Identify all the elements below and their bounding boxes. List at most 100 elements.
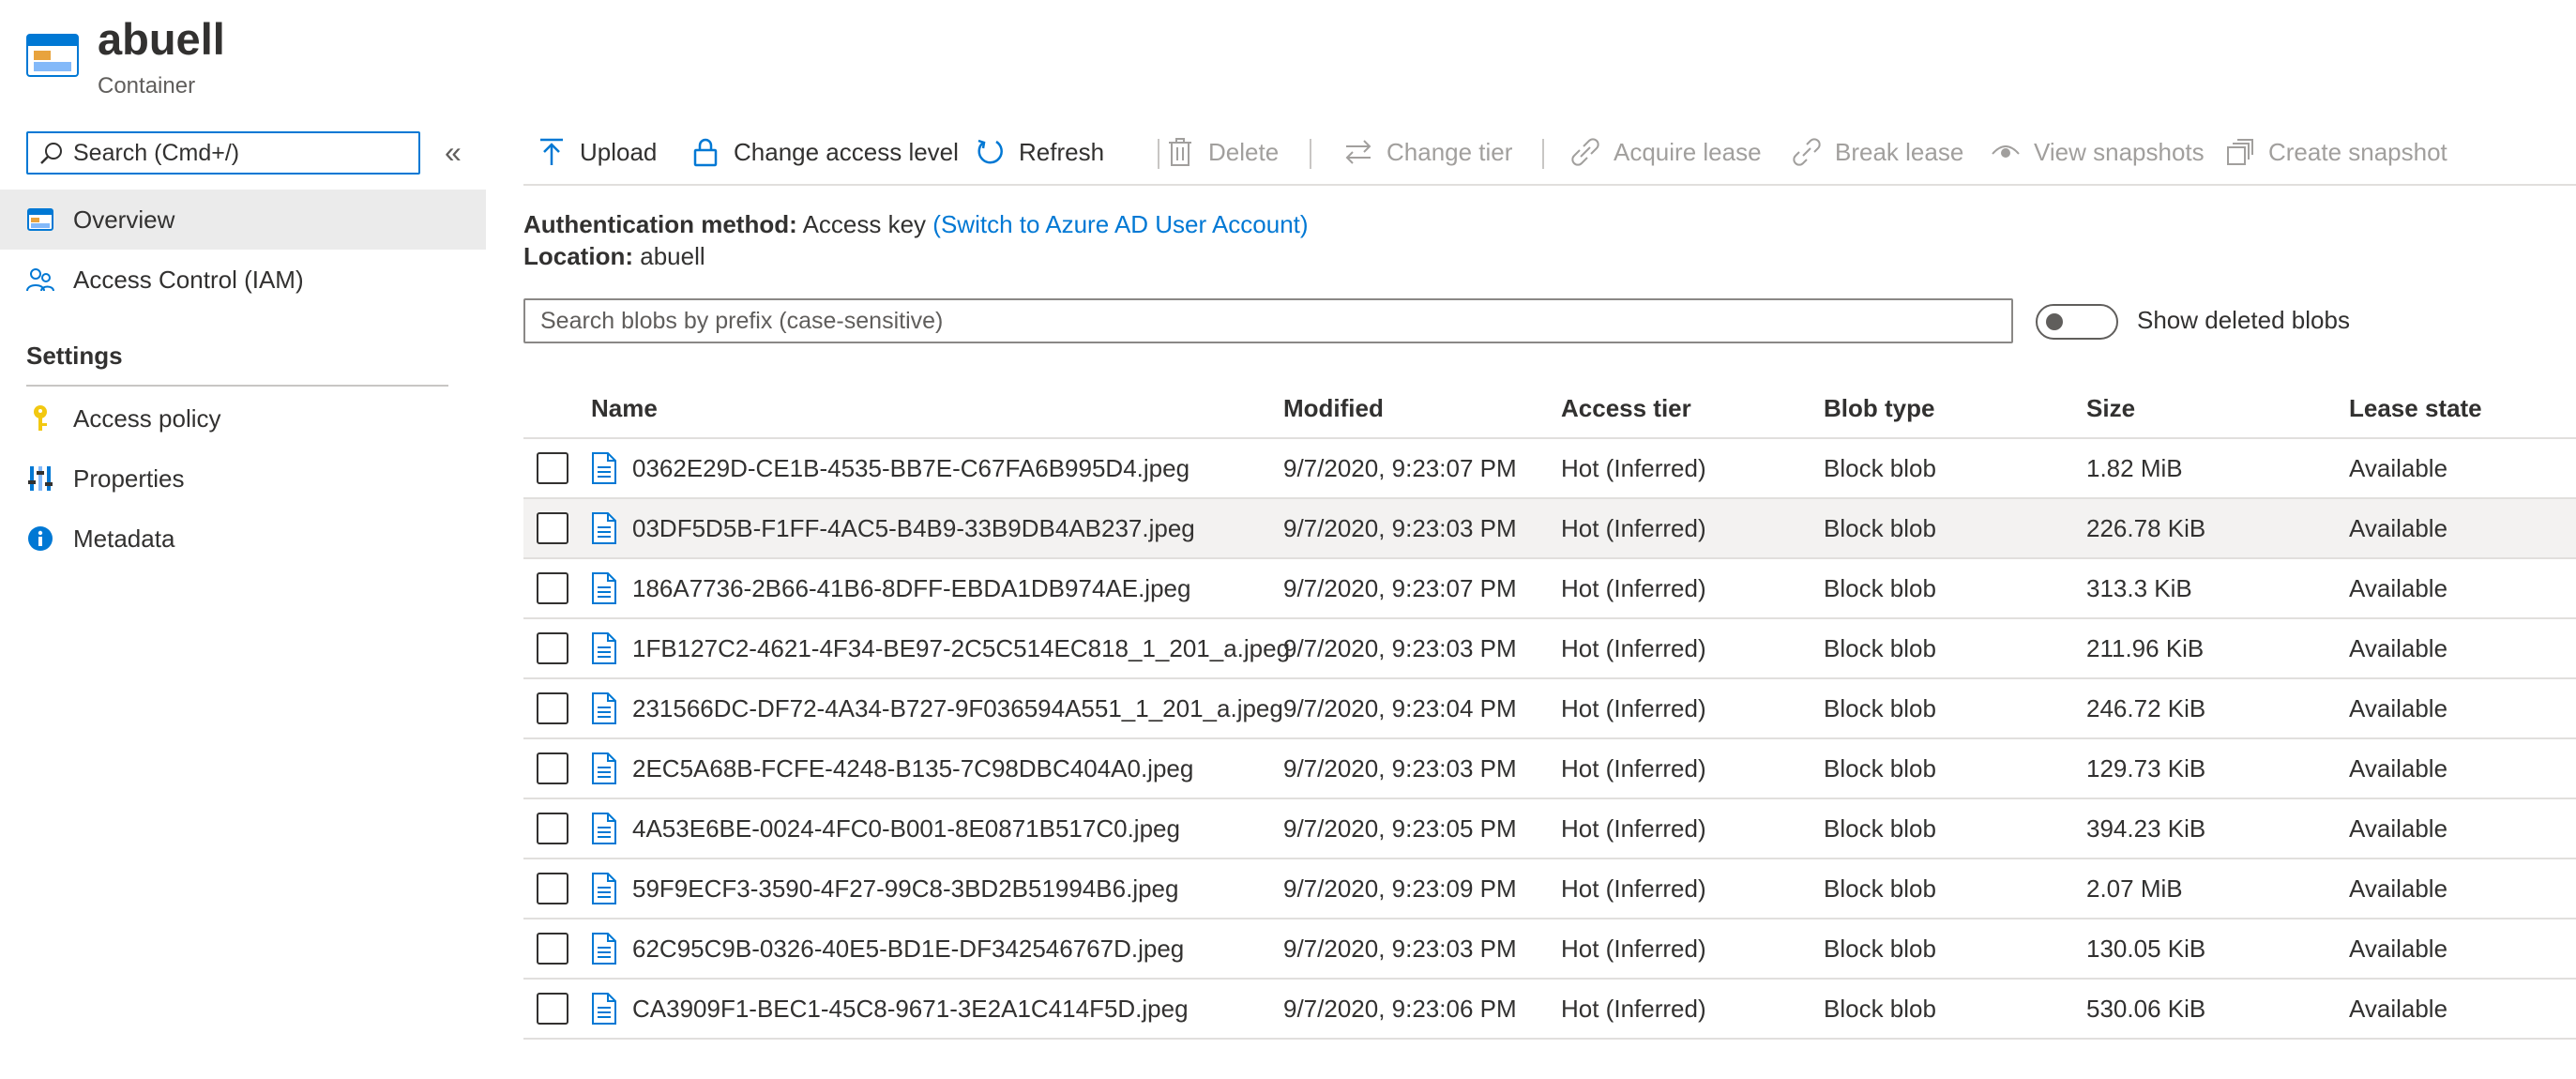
column-header-name[interactable]: Name: [591, 394, 658, 423]
column-header-access-tier[interactable]: Access tier: [1561, 394, 1691, 423]
size-cell: 226.78 KiB: [2086, 514, 2206, 542]
switch-auth-link[interactable]: (Switch to Azure AD User Account): [932, 210, 1308, 238]
lease-state-cell: Available: [2349, 454, 2448, 482]
sidebar-search-input[interactable]: Search (Cmd+/): [26, 131, 420, 175]
broken-link-icon: [1793, 138, 1821, 166]
access-tier-cell: Hot (Inferred): [1561, 634, 1706, 662]
lease-state-cell: Available: [2349, 514, 2448, 542]
container-icon: [26, 205, 54, 234]
table-row[interactable]: 59F9ECF3-3590-4F27-99C8-3BD2B51994B6.jpe…: [523, 859, 2576, 919]
blob-name-link[interactable]: CA3909F1-BEC1-45C8-9671-3E2A1C414F5D.jpe…: [632, 995, 1189, 1024]
change-access-level-button[interactable]: Change access level: [690, 133, 959, 171]
table-row[interactable]: 186A7736-2B66-41B6-8DFF-EBDA1DB974AE.jpe…: [523, 559, 2576, 619]
snapshot-icon: [2227, 139, 2253, 165]
row-checkbox[interactable]: [537, 692, 568, 724]
column-header-modified[interactable]: Modified: [1283, 394, 1384, 423]
table-row[interactable]: 03DF5D5B-F1FF-4AC5-B4B9-33B9DB4AB237.jpe…: [523, 499, 2576, 559]
delete-label: Delete: [1208, 137, 1280, 166]
modified-cell: 9/7/2020, 9:23:09 PM: [1283, 874, 1517, 903]
key-icon: [26, 404, 54, 433]
row-checkbox[interactable]: [537, 572, 568, 604]
divider: [26, 385, 448, 387]
table-row[interactable]: 1FB127C2-4621-4F34-BE97-2C5C514EC818_1_2…: [523, 619, 2576, 679]
row-checkbox[interactable]: [537, 632, 568, 664]
page-title: abuell: [98, 14, 225, 64]
trash-icon: [1169, 138, 1191, 166]
link-icon: [1571, 138, 1599, 166]
row-checkbox[interactable]: [537, 933, 568, 965]
table-row[interactable]: 231566DC-DF72-4A34-B727-9F036594A551_1_2…: [523, 679, 2576, 739]
sidebar-item-properties[interactable]: Properties: [0, 448, 486, 509]
row-checkbox[interactable]: [537, 452, 568, 484]
sidebar-item-overview[interactable]: Overview: [0, 190, 486, 250]
lease-state-cell: Available: [2349, 574, 2448, 602]
sidebar-item-metadata[interactable]: Metadata: [0, 509, 486, 569]
blob-name-link[interactable]: 2EC5A68B-FCFE-4248-B135-7C98DBC404A0.jpe…: [632, 754, 1193, 783]
table-row[interactable]: CA3909F1-BEC1-45C8-9671-3E2A1C414F5D.jpe…: [523, 980, 2576, 1040]
table-header: Name Modified Access tier Blob type Size…: [523, 375, 2576, 439]
auth-method-line: Authentication method: Access key (Switc…: [523, 210, 1309, 239]
access-tier-cell: Hot (Inferred): [1561, 754, 1706, 783]
delete-button[interactable]: Delete: [1165, 133, 1279, 171]
lease-state-cell: Available: [2349, 995, 2448, 1023]
column-header-lease-state[interactable]: Lease state: [2349, 394, 2482, 423]
blob-name-link[interactable]: 0362E29D-CE1B-4535-BB7E-C67FA6B995D4.jpe…: [632, 454, 1190, 483]
view-snapshots-button[interactable]: View snapshots: [1991, 133, 2205, 171]
file-icon: [592, 813, 616, 844]
sidebar-item-label: Properties: [73, 464, 185, 493]
lease-state-cell: Available: [2349, 634, 2448, 662]
create-snapshot-button[interactable]: Create snapshot: [2225, 133, 2447, 171]
sidebar-item-access-policy[interactable]: Access policy: [0, 388, 486, 448]
command-bar: Upload Change access level Refresh Delet…: [523, 122, 2576, 186]
row-checkbox[interactable]: [537, 993, 568, 1025]
blob-name-link[interactable]: 03DF5D5B-F1FF-4AC5-B4B9-33B9DB4AB237.jpe…: [632, 514, 1195, 543]
row-checkbox[interactable]: [537, 873, 568, 904]
sidebar-item-label: Access policy: [73, 403, 221, 433]
file-icon: [592, 692, 616, 724]
location-line: Location: abuell: [523, 242, 705, 271]
show-deleted-toggle[interactable]: [2036, 304, 2118, 340]
lease-state-cell: Available: [2349, 694, 2448, 722]
table-row[interactable]: 2EC5A68B-FCFE-4248-B135-7C98DBC404A0.jpe…: [523, 739, 2576, 799]
eye-icon: [1992, 145, 2020, 158]
blob-type-cell: Block blob: [1824, 874, 1936, 903]
page-subtitle: Container: [98, 73, 196, 99]
sidebar-item-access-control[interactable]: Access Control (IAM): [0, 250, 486, 310]
table-row[interactable]: 4A53E6BE-0024-4FC0-B001-8E0871B517C0.jpe…: [523, 799, 2576, 859]
access-tier-cell: Hot (Inferred): [1561, 694, 1706, 722]
blob-name-link[interactable]: 59F9ECF3-3590-4F27-99C8-3BD2B51994B6.jpe…: [632, 874, 1178, 904]
collapse-sidebar-icon[interactable]: «: [445, 137, 462, 167]
sidebar-item-label: Access Control (IAM): [73, 265, 304, 294]
blob-type-cell: Block blob: [1824, 634, 1936, 662]
change-tier-button[interactable]: Change tier: [1343, 133, 1512, 171]
size-cell: 530.06 KiB: [2086, 995, 2206, 1023]
table-row[interactable]: 0362E29D-CE1B-4535-BB7E-C67FA6B995D4.jpe…: [523, 439, 2576, 499]
blob-name-link[interactable]: 1FB127C2-4621-4F34-BE97-2C5C514EC818_1_2…: [632, 634, 1290, 663]
blob-name-link[interactable]: 62C95C9B-0326-40E5-BD1E-DF342546767D.jpe…: [632, 935, 1184, 964]
row-checkbox[interactable]: [537, 512, 568, 544]
blob-type-cell: Block blob: [1824, 514, 1936, 542]
create-snapshot-label: Create snapshot: [2268, 137, 2447, 166]
row-checkbox[interactable]: [537, 813, 568, 844]
upload-button[interactable]: Upload: [537, 133, 657, 171]
row-checkbox[interactable]: [537, 752, 568, 784]
acquire-lease-button[interactable]: Acquire lease: [1570, 133, 1762, 171]
info-icon: [26, 524, 54, 553]
modified-cell: 9/7/2020, 9:23:07 PM: [1283, 454, 1517, 482]
access-tier-cell: Hot (Inferred): [1561, 814, 1706, 843]
modified-cell: 9/7/2020, 9:23:03 PM: [1283, 754, 1517, 783]
blob-name-link[interactable]: 4A53E6BE-0024-4FC0-B001-8E0871B517C0.jpe…: [632, 814, 1180, 843]
column-header-blob-type[interactable]: Blob type: [1824, 394, 1934, 423]
blob-search-input[interactable]: Search blobs by prefix (case-sensitive): [523, 298, 2013, 343]
location-label: Location:: [523, 242, 633, 270]
blob-name-link[interactable]: 186A7736-2B66-41B6-8DFF-EBDA1DB974AE.jpe…: [632, 574, 1190, 603]
column-header-size[interactable]: Size: [2086, 394, 2135, 423]
blob-name-link[interactable]: 231566DC-DF72-4A34-B727-9F036594A551_1_2…: [632, 694, 1283, 723]
refresh-button[interactable]: Refresh: [976, 133, 1104, 171]
view-snapshots-label: View snapshots: [2034, 137, 2205, 166]
file-icon: [592, 752, 616, 784]
break-lease-button[interactable]: Break lease: [1792, 133, 1963, 171]
table-row[interactable]: 62C95C9B-0326-40E5-BD1E-DF342546767D.jpe…: [523, 919, 2576, 980]
blob-search-placeholder: Search blobs by prefix (case-sensitive): [540, 307, 944, 334]
search-icon: [40, 143, 62, 164]
